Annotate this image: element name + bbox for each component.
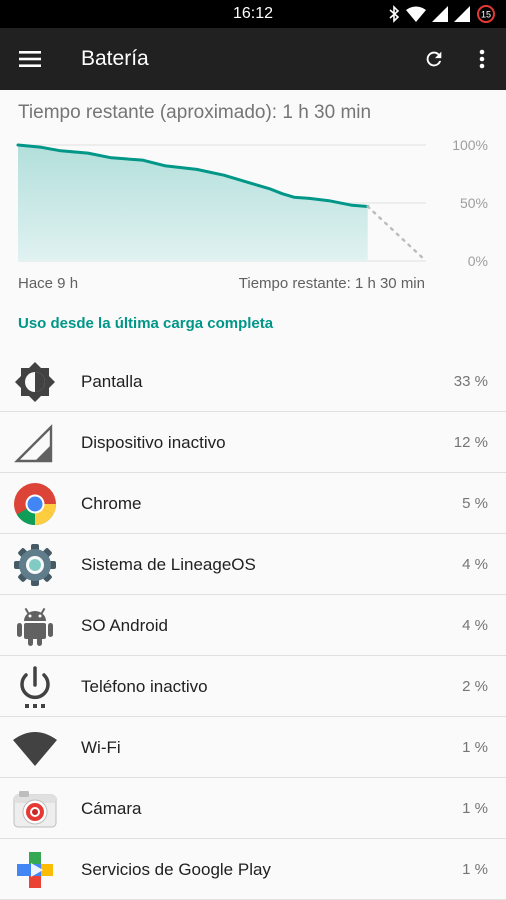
usage-item-pantalla[interactable]: Pantalla 33 % bbox=[0, 351, 506, 412]
usage-item-percent: 5 % bbox=[462, 495, 488, 512]
usage-item-sistema-lineageos[interactable]: Sistema de LineageOS 4 % bbox=[0, 534, 506, 595]
app-bar: Batería bbox=[0, 28, 506, 90]
more-options-button[interactable] bbox=[462, 39, 502, 79]
battery-level-text: 15 bbox=[481, 10, 491, 20]
status-icons: 15 bbox=[388, 4, 496, 24]
usage-item-google-play-services[interactable]: Servicios de Google Play 1 % bbox=[0, 839, 506, 900]
battery-area-fill bbox=[18, 145, 368, 261]
usage-item-dispositivo-inactivo[interactable]: Dispositivo inactivo 12 % bbox=[0, 412, 506, 473]
usage-item-label: Chrome bbox=[81, 494, 142, 513]
camera-icon bbox=[13, 787, 57, 831]
power-icon bbox=[13, 665, 57, 709]
usage-item-percent: 33 % bbox=[453, 373, 488, 390]
chart-y-tick-label: 100% bbox=[452, 137, 488, 153]
usage-item-label: Dispositivo inactivo bbox=[81, 433, 226, 452]
bluetooth-icon bbox=[388, 5, 400, 23]
usage-list: Pantalla 33 % Dispositivo inactivo 12 % bbox=[0, 351, 506, 900]
brightness-icon bbox=[13, 360, 57, 404]
usage-item-percent: 1 % bbox=[462, 800, 488, 817]
chart-y-tick-label: 50% bbox=[460, 195, 488, 211]
android-icon bbox=[13, 604, 57, 648]
usage-item-label: SO Android bbox=[81, 616, 168, 635]
wifi-icon bbox=[406, 6, 426, 22]
usage-item-wifi[interactable]: Wi-Fi 1 % bbox=[0, 717, 506, 778]
more-vert-icon bbox=[479, 49, 485, 69]
usage-item-percent: 4 % bbox=[462, 556, 488, 573]
signal-icon bbox=[432, 6, 448, 22]
usage-item-percent: 1 % bbox=[462, 739, 488, 756]
usage-item-percent: 4 % bbox=[462, 617, 488, 634]
refresh-button[interactable] bbox=[414, 39, 454, 79]
gear-icon bbox=[13, 543, 57, 587]
cell-standby-icon bbox=[13, 421, 57, 465]
google-play-services-icon bbox=[13, 848, 57, 892]
menu-button[interactable] bbox=[10, 39, 50, 79]
usage-item-label: Sistema de LineageOS bbox=[81, 555, 256, 574]
remaining-time-title: Tiempo restante (aproximado): 1 h 30 min bbox=[18, 102, 372, 123]
usage-item-label: Servicios de Google Play bbox=[81, 860, 271, 879]
signal-icon bbox=[454, 6, 470, 22]
chart-y-tick-label: 0% bbox=[468, 253, 488, 269]
usage-item-telefono-inactivo[interactable]: Teléfono inactivo 2 % bbox=[0, 656, 506, 717]
battery-projection-line bbox=[366, 205, 428, 263]
status-bar: 16:12 15 bbox=[0, 0, 506, 28]
app-title: Batería bbox=[81, 47, 149, 70]
chart-x-end-label: Tiempo restante: 1 h 30 min bbox=[238, 275, 425, 292]
wifi-icon bbox=[13, 726, 57, 770]
usage-item-label: Pantalla bbox=[81, 372, 143, 391]
usage-item-camara[interactable]: Cámara 1 % bbox=[0, 778, 506, 839]
menu-icon bbox=[19, 51, 41, 67]
refresh-icon bbox=[426, 51, 442, 67]
usage-section-header: Uso desde la última carga completa bbox=[18, 315, 274, 332]
battery-history-chart: 100% 50% 0% bbox=[16, 137, 488, 269]
usage-item-so-android[interactable]: SO Android 4 % bbox=[0, 595, 506, 656]
usage-item-percent: 12 % bbox=[453, 434, 488, 451]
chrome-icon bbox=[13, 482, 57, 526]
usage-item-label: Cámara bbox=[81, 799, 142, 818]
usage-item-chrome[interactable]: Chrome 5 % bbox=[0, 473, 506, 534]
battery-saver-icon: 15 bbox=[476, 4, 496, 24]
usage-item-label: Teléfono inactivo bbox=[81, 677, 208, 696]
usage-item-percent: 1 % bbox=[462, 861, 488, 878]
usage-item-label: Wi-Fi bbox=[81, 738, 121, 757]
chart-x-start-label: Hace 9 h bbox=[18, 275, 79, 292]
usage-item-percent: 2 % bbox=[462, 678, 488, 695]
